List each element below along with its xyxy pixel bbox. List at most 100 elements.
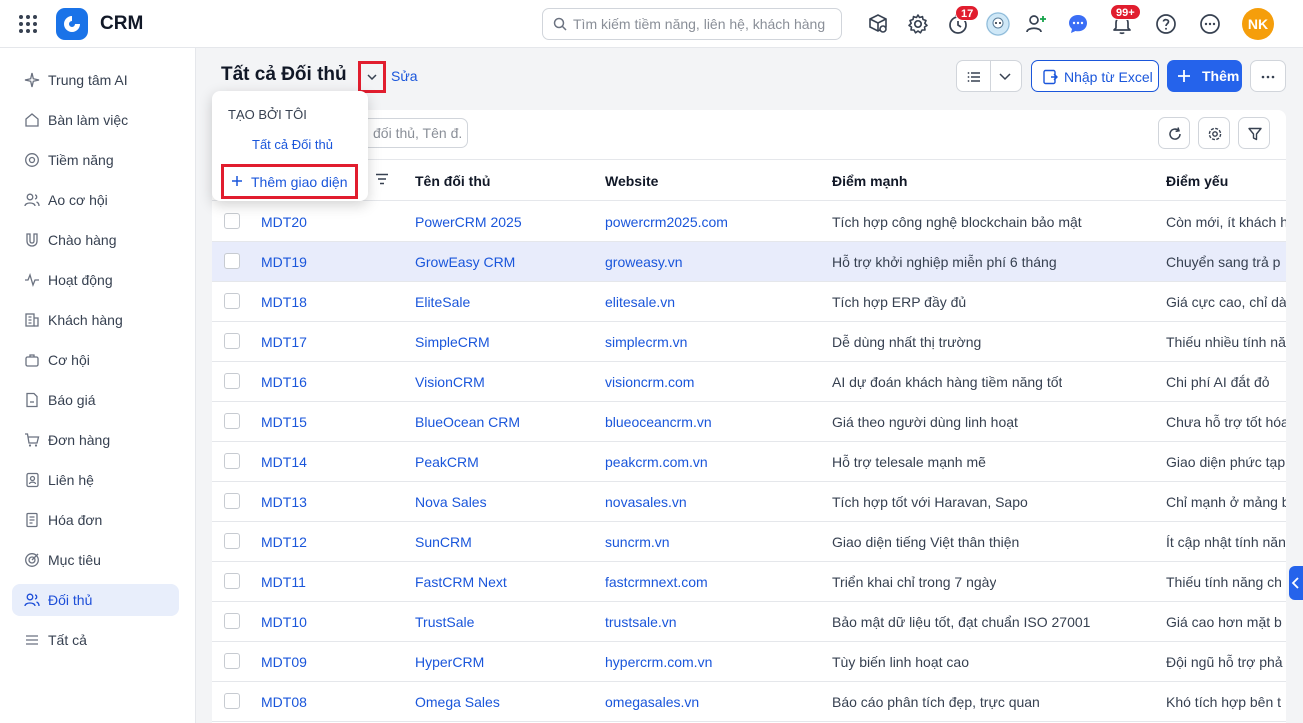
cell-website[interactable]: powercrm2025.com [605, 214, 728, 230]
cell-name[interactable]: SimpleCRM [415, 334, 490, 350]
cell-website[interactable]: hypercrm.com.vn [605, 654, 712, 670]
row-checkbox[interactable] [224, 333, 240, 349]
row-checkbox[interactable] [224, 213, 240, 229]
column-filter-icon[interactable] [375, 173, 389, 185]
refresh-button[interactable] [1158, 117, 1190, 149]
table-row[interactable]: MDT18 EliteSale elitesale.vn Tích hợp ERP đ… [212, 282, 1286, 322]
chevron-down-icon[interactable] [999, 73, 1011, 81]
gear-icon[interactable] [906, 12, 930, 36]
table-row[interactable]: MDT20 PowerCRM 2025 powercrm2025.com Tích h… [212, 202, 1286, 242]
sidebar-item-offers[interactable]: Chào hàng [12, 224, 179, 256]
table-row[interactable]: MDT09 HyperCRM hypercrm.com.vn Tùy biến lin… [212, 642, 1286, 682]
chat-icon[interactable] [1066, 12, 1090, 36]
cell-code[interactable]: MDT13 [261, 494, 307, 510]
column-header-weaknesses[interactable]: Điểm yếu [1166, 173, 1228, 189]
cell-name[interactable]: EliteSale [415, 294, 470, 310]
row-checkbox[interactable] [224, 453, 240, 469]
cell-website[interactable]: fastcrmnext.com [605, 574, 708, 590]
cell-code[interactable]: MDT12 [261, 534, 307, 550]
table-row[interactable]: MDT08 Omega Sales omegasales.vn Báo cáo phâ… [212, 682, 1286, 722]
apps-grid-icon[interactable] [17, 13, 39, 35]
cell-name[interactable]: HyperCRM [415, 654, 484, 670]
cell-code[interactable]: MDT08 [261, 694, 307, 710]
cell-name[interactable]: FastCRM Next [415, 574, 507, 590]
cell-code[interactable]: MDT17 [261, 334, 307, 350]
sidebar-item-customers[interactable]: Khách hàng [12, 304, 179, 336]
sidebar-item-competitors[interactable]: Đối thủ [12, 584, 179, 616]
more-icon[interactable] [1198, 12, 1222, 36]
view-mode-switcher[interactable] [956, 60, 1022, 92]
sidebar-item-orders[interactable]: Đơn hàng [12, 424, 179, 456]
table-row[interactable]: MDT11 FastCRM Next fastcrmnext.com Triển kh… [212, 562, 1286, 602]
cell-website[interactable]: elitesale.vn [605, 294, 675, 310]
table-row[interactable]: MDT12 SunCRM suncrm.vn Giao diện tiếng Việt… [212, 522, 1286, 562]
edit-view-link[interactable]: Sửa [391, 68, 418, 84]
sidebar-item-opportunities[interactable]: Cơ hội [12, 344, 179, 376]
panel-collapse-tab[interactable] [1289, 566, 1303, 600]
sidebar-item-quotes[interactable]: Báo giá [12, 384, 179, 416]
row-checkbox[interactable] [224, 413, 240, 429]
row-checkbox[interactable] [224, 573, 240, 589]
cell-website[interactable]: omegasales.vn [605, 694, 699, 710]
table-row[interactable]: MDT17 SimpleCRM simplecrm.vn Dễ dùng nhất t… [212, 322, 1286, 362]
cell-website[interactable]: suncrm.vn [605, 534, 670, 550]
row-checkbox[interactable] [224, 493, 240, 509]
view-dropdown-toggle[interactable] [358, 61, 386, 93]
row-checkbox[interactable] [224, 373, 240, 389]
user-avatar[interactable]: NK [1242, 8, 1274, 40]
import-excel-button[interactable]: Nhập từ Excel [1031, 60, 1159, 92]
global-search[interactable] [542, 8, 842, 40]
table-row[interactable]: MDT16 VisionCRM visioncrm.com AI dự đoán kh… [212, 362, 1286, 402]
cell-website[interactable]: simplecrm.vn [605, 334, 687, 350]
cell-code[interactable]: MDT19 [261, 254, 307, 270]
row-checkbox[interactable] [224, 693, 240, 709]
row-checkbox[interactable] [224, 613, 240, 629]
menu-item-all-competitors[interactable]: Tất cả Đối thủ [252, 137, 333, 152]
column-header-website[interactable]: Website [605, 173, 658, 189]
cell-code[interactable]: MDT16 [261, 374, 307, 390]
cell-website[interactable]: visioncrm.com [605, 374, 694, 390]
sidebar-item-leads[interactable]: Tiềm năng [12, 144, 179, 176]
cell-code[interactable]: MDT11 [261, 574, 306, 590]
cell-name[interactable]: PowerCRM 2025 [415, 214, 522, 230]
table-row[interactable]: MDT15 BlueOcean CRM blueoceancrm.vn Giá the… [212, 402, 1286, 442]
crm-logo-icon[interactable] [56, 8, 88, 40]
cell-website[interactable]: peakcrm.com.vn [605, 454, 708, 470]
search-input[interactable] [573, 14, 835, 34]
cell-website[interactable]: trustsale.vn [605, 614, 677, 630]
filter-button[interactable] [1238, 117, 1270, 149]
cell-code[interactable]: MDT10 [261, 614, 307, 630]
table-row[interactable]: MDT14 PeakCRM peakcrm.com.vn Hỗ trợ telesal… [212, 442, 1286, 482]
sidebar-item-goals[interactable]: Mục tiêu [12, 544, 179, 576]
table-row[interactable]: MDT10 TrustSale trustsale.vn Bảo mật dữ liệ… [212, 602, 1286, 642]
sidebar-item-all[interactable]: Tất cả [12, 624, 179, 656]
cell-website[interactable]: novasales.vn [605, 494, 687, 510]
cell-name[interactable]: BlueOcean CRM [415, 414, 520, 430]
add-user-icon[interactable] [1024, 12, 1048, 36]
row-checkbox[interactable] [224, 293, 240, 309]
cell-code[interactable]: MDT20 [261, 214, 307, 230]
more-actions-button[interactable] [1250, 60, 1286, 92]
cell-website[interactable]: groweasy.vn [605, 254, 683, 270]
cell-name[interactable]: PeakCRM [415, 454, 479, 470]
cell-name[interactable]: Nova Sales [415, 494, 487, 510]
add-button[interactable]: Thêm [1167, 60, 1242, 92]
row-checkbox[interactable] [224, 533, 240, 549]
cell-name[interactable]: VisionCRM [415, 374, 485, 390]
table-row[interactable]: MDT13 Nova Sales novasales.vn Tích hợp tốt … [212, 482, 1286, 522]
table-row[interactable]: MDT19 GrowEasy CRM groweasy.vn Hỗ trợ khởi … [212, 242, 1286, 282]
sidebar-item-workspace[interactable]: Bàn làm việc [12, 104, 179, 136]
cell-website[interactable]: blueoceancrm.vn [605, 414, 712, 430]
table-search-input[interactable] [373, 124, 463, 142]
sidebar-item-activities[interactable]: Hoạt động [12, 264, 179, 296]
column-header-name[interactable]: Tên đối thủ [415, 173, 490, 189]
package-search-icon[interactable] [866, 12, 890, 36]
sidebar-item-contacts[interactable]: Liên hệ [12, 464, 179, 496]
sidebar-item-ai-center[interactable]: Trung tâm AI [12, 64, 179, 96]
add-view-button[interactable]: Thêm giao diện [221, 164, 358, 199]
sidebar-item-invoices[interactable]: Hóa đơn [12, 504, 179, 536]
cell-code[interactable]: MDT15 [261, 414, 307, 430]
cell-name[interactable]: Omega Sales [415, 694, 500, 710]
column-header-strengths[interactable]: Điểm mạnh [832, 173, 907, 189]
cell-name[interactable]: SunCRM [415, 534, 472, 550]
